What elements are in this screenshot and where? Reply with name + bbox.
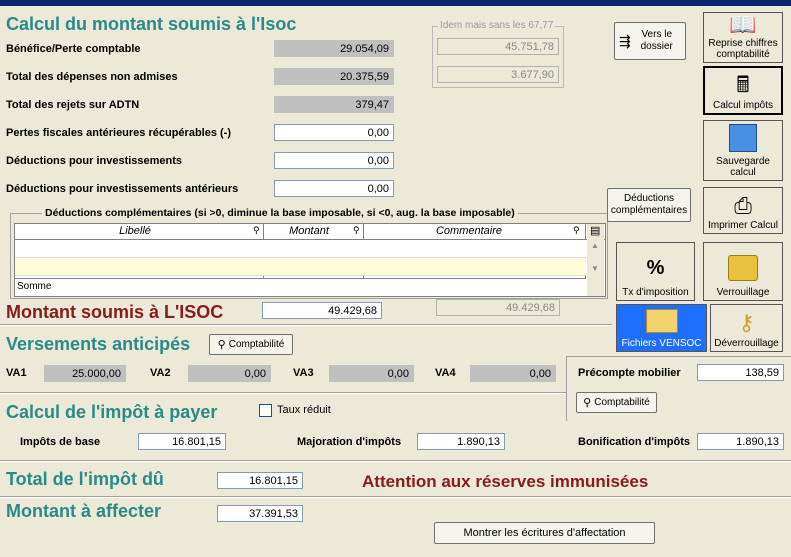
deverrouillage-button[interactable]: ⚷ Déverrouillage bbox=[710, 304, 783, 352]
floppy-disk-icon bbox=[729, 124, 757, 152]
pertes-input[interactable]: 0,00 bbox=[274, 124, 394, 141]
idem-value-1: 45.751,78 bbox=[437, 38, 559, 55]
versements-comptabilite-button[interactable]: ⚲ Comptabilité bbox=[209, 334, 293, 355]
row-label-benefice: Bénéfice/Perte comptable bbox=[6, 43, 141, 55]
montrer-ecritures-button[interactable]: Montrer les écritures d'affectation bbox=[434, 522, 655, 544]
va1-value: 25.000,00 bbox=[44, 365, 126, 382]
affecter-label: Montant à affecter bbox=[6, 501, 162, 521]
calcul-impots-button[interactable]: 🖩 Calcul impôts bbox=[703, 66, 783, 115]
precompte-input[interactable]: 138,59 bbox=[697, 364, 784, 381]
col-commentaire[interactable]: Commentaire bbox=[364, 225, 574, 237]
va2-label: VA2 bbox=[150, 367, 171, 379]
row-label-pertes: Pertes fiscales antérieures récupérables… bbox=[6, 127, 232, 139]
deductions-complementaires-button[interactable]: Déductions complémentaires bbox=[607, 188, 691, 222]
row-label-deductions-anterieurs: Déductions pour investissements antérieu… bbox=[6, 183, 239, 195]
sauvegarde-calcul-button[interactable]: Sauvegarde calcul bbox=[703, 120, 783, 181]
sauvegarde-label: Sauvegarde calcul bbox=[716, 156, 770, 178]
va4-value: 0,00 bbox=[470, 365, 556, 382]
total-value: 16.801,15 bbox=[217, 472, 303, 489]
va3-label: VA3 bbox=[293, 367, 314, 379]
printer-icon: ⎙ bbox=[734, 193, 752, 218]
depenses-value: 20.375,59 bbox=[274, 68, 394, 85]
idem-value-2: 3.677,90 bbox=[437, 66, 559, 83]
table-row[interactable] bbox=[15, 258, 586, 276]
fichiers-label: Fichiers VENSOC bbox=[621, 338, 702, 349]
affecter-value: 37.391,53 bbox=[217, 505, 303, 522]
taux-imposition-button[interactable]: % Tx d'imposition bbox=[616, 242, 695, 301]
va1-label: VA1 bbox=[6, 367, 27, 379]
impot-title: Calcul de l'impôt à payer bbox=[6, 402, 218, 422]
verrouillage-label: Verrouillage bbox=[716, 287, 770, 298]
search-icon[interactable]: ⚲ bbox=[353, 225, 360, 236]
imprimer-calcul-button[interactable]: ⎙ Imprimer Calcul bbox=[703, 187, 783, 234]
percent-icon: % bbox=[646, 257, 665, 279]
imprimer-label: Imprimer Calcul bbox=[707, 220, 778, 231]
deductions-grid[interactable]: Libellé Montant Commentaire ⚲ ⚲ ⚲ Somme … bbox=[14, 223, 606, 297]
va4-label: VA4 bbox=[435, 367, 456, 379]
reprise-chiffres-button[interactable]: 📖 Reprise chiffres comptabilité bbox=[703, 12, 783, 63]
row-label-depenses: Total des dépenses non admises bbox=[6, 71, 178, 83]
impots-base-label: Impôts de base bbox=[20, 436, 101, 448]
va2-value: 0,00 bbox=[188, 365, 271, 382]
warning-text: Attention aux réserves immunisées bbox=[362, 472, 649, 491]
taux-label: Tx d'imposition bbox=[622, 287, 689, 298]
verrouillage-button[interactable]: Verrouillage bbox=[703, 242, 783, 301]
precompte-comptabilite-button[interactable]: ⚲ Comptabilité bbox=[576, 392, 657, 413]
bonification-label: Bonification d'impôts bbox=[578, 436, 690, 448]
total-label: Total de l'impôt dû bbox=[6, 469, 164, 489]
calculator-icon: 🖩 bbox=[736, 72, 750, 97]
calcul-title: Calcul du montant soumis à l'Isoc bbox=[6, 14, 297, 34]
bonification-value: 1.890,13 bbox=[697, 433, 784, 450]
sum-row bbox=[15, 278, 586, 296]
precompte-label: Précompte mobilier bbox=[578, 367, 681, 379]
deverrouillage-label: Déverrouillage bbox=[714, 338, 779, 349]
padlock-icon bbox=[728, 255, 758, 281]
divider bbox=[0, 460, 791, 462]
majoration-input[interactable]: 1.890,13 bbox=[417, 433, 505, 450]
scroll-down-icon[interactable]: ▼ bbox=[591, 264, 599, 273]
calcul-label: Calcul impôts bbox=[712, 100, 774, 111]
key-icon: ⚷ bbox=[738, 310, 755, 335]
search-icon[interactable]: ⚲ bbox=[573, 225, 580, 236]
vers-dossier-label: Vers le dossier bbox=[640, 29, 673, 52]
fichiers-vensoc-button[interactable]: Fichiers VENSOC bbox=[616, 304, 707, 352]
row-label-deductions: Déductions pour investissements bbox=[6, 155, 183, 167]
benefice-value: 29.054,09 bbox=[274, 40, 394, 57]
taux-reduit-checkbox[interactable] bbox=[259, 404, 272, 417]
versements-comptabilite-label: Comptabilité bbox=[228, 339, 285, 350]
table-row[interactable] bbox=[15, 240, 586, 258]
montant-soumis-value: 49.429,68 bbox=[262, 302, 382, 319]
taux-reduit-label: Taux réduit bbox=[277, 404, 331, 416]
precompte-comptabilite-label: Comptabilité bbox=[594, 397, 650, 408]
divider bbox=[0, 324, 612, 326]
deductions-group-title: Déductions complémentaires (si >0, dimin… bbox=[42, 207, 518, 219]
row-label-rejets: Total des rejets sur ADTN bbox=[6, 99, 140, 111]
versements-title: Versements anticipés bbox=[6, 334, 191, 354]
idem-label: Idem mais sans les 67,77 bbox=[438, 20, 556, 31]
grid-menu-icon[interactable]: ▤ bbox=[590, 224, 600, 237]
vers-dossier-button[interactable]: ⇶ Vers le dossier bbox=[614, 22, 686, 60]
deductions-anterieurs-input[interactable]: 0,00 bbox=[274, 180, 394, 197]
folder-icon bbox=[645, 309, 678, 333]
impots-base-value: 16.801,15 bbox=[138, 433, 226, 450]
scroll-up-icon[interactable]: ▲ bbox=[591, 241, 599, 250]
search-icon: ⚲ bbox=[217, 339, 226, 351]
search-icon: ⚲ bbox=[583, 397, 592, 409]
divider bbox=[0, 496, 791, 498]
search-icon[interactable]: ⚲ bbox=[253, 225, 260, 236]
folder-arrow-icon: ⇶ bbox=[619, 32, 631, 49]
majoration-label: Majoration d'impôts bbox=[297, 436, 402, 448]
montant-soumis-ghost: 49.429,68 bbox=[436, 299, 560, 316]
va3-value: 0,00 bbox=[329, 365, 414, 382]
book-icon: 📖 bbox=[729, 12, 757, 37]
divider bbox=[0, 392, 566, 394]
col-montant[interactable]: Montant bbox=[264, 225, 354, 237]
deductions-input[interactable]: 0,00 bbox=[274, 152, 394, 169]
sum-label: Somme bbox=[17, 281, 52, 292]
reprise-label: Reprise chiffres comptabilité bbox=[708, 38, 778, 60]
rejets-value: 379,47 bbox=[274, 96, 394, 113]
col-libelle[interactable]: Libellé bbox=[15, 225, 255, 237]
montant-soumis-label: Montant soumis à L'ISOC bbox=[6, 302, 224, 322]
